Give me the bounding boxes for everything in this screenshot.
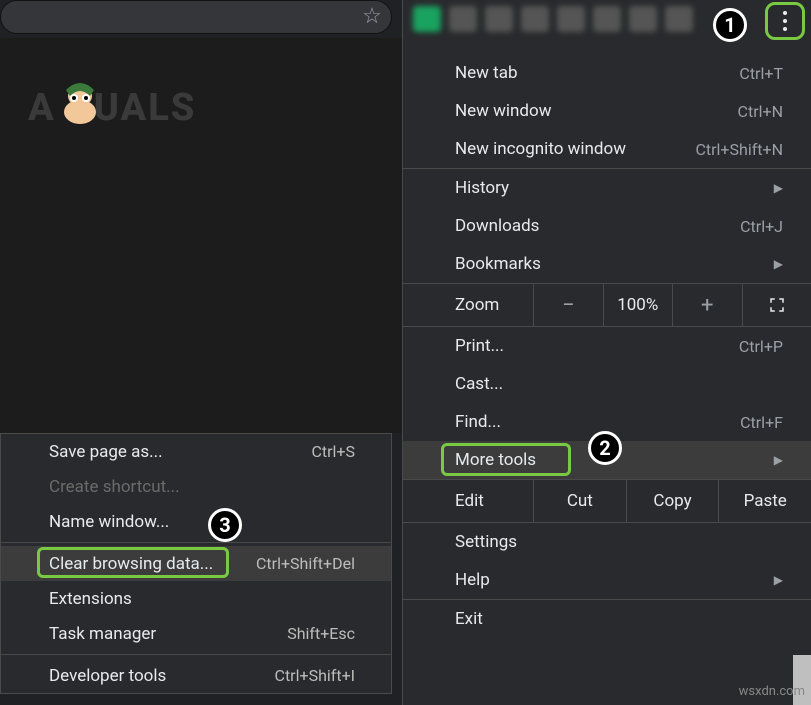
submenu-label: Task manager xyxy=(49,624,156,644)
submenu-shortcut: Ctrl+Shift+I xyxy=(275,666,355,685)
source-watermark: wsxdn.com xyxy=(739,684,805,699)
chevron-right-icon: ▶ xyxy=(774,181,783,195)
fullscreen-button[interactable] xyxy=(742,283,811,327)
submenu-shortcut: Ctrl+S xyxy=(311,442,355,461)
menu-label: Settings xyxy=(455,532,517,552)
submenu-separator xyxy=(1,654,391,655)
toolbar-blurred xyxy=(403,0,811,38)
menu-downloads[interactable]: Downloads Ctrl+J xyxy=(403,207,811,245)
menu-new-incognito[interactable]: New incognito window Ctrl+Shift+N xyxy=(403,130,811,168)
zoom-label: Zoom xyxy=(403,295,533,315)
chevron-right-icon: ▶ xyxy=(774,573,783,587)
menu-label: Find... xyxy=(455,412,501,432)
menu-dots-icon xyxy=(783,27,787,31)
appuals-logo-icon xyxy=(56,78,104,126)
menu-label: Cast... xyxy=(455,374,503,394)
submenu-shortcut: Ctrl+Shift+Del xyxy=(256,554,355,573)
submenu-extensions[interactable]: Extensions xyxy=(1,581,391,616)
chevron-right-icon: ▶ xyxy=(774,453,783,467)
menu-label: More tools xyxy=(455,450,536,470)
submenu-label: Name window... xyxy=(49,512,169,532)
submenu-create-shortcut: Create shortcut... xyxy=(1,469,391,504)
menu-new-window[interactable]: New window Ctrl+N xyxy=(403,92,811,130)
menu-label: History xyxy=(455,178,509,198)
menu-edit-row: Edit Cut Copy Paste xyxy=(403,479,811,523)
edit-paste-button[interactable]: Paste xyxy=(718,479,811,523)
zoom-level: 100% xyxy=(603,283,673,327)
menu-dots-icon xyxy=(783,19,787,23)
menu-label: New window xyxy=(455,101,552,121)
submenu-label: Extensions xyxy=(49,589,132,609)
annotation-label: 3 xyxy=(219,513,230,537)
appuals-logo-text: A PUALS xyxy=(28,86,196,130)
menu-shortcut: Ctrl+Shift+N xyxy=(695,140,783,159)
submenu-save-page[interactable]: Save page as... Ctrl+S xyxy=(1,434,391,469)
menu-shortcut: Ctrl+J xyxy=(740,217,783,236)
menu-label: Print... xyxy=(455,336,504,356)
submenu-label: Clear browsing data... xyxy=(49,554,213,574)
menu-label: Help xyxy=(455,570,490,590)
bookmark-star-icon[interactable]: ☆ xyxy=(361,6,383,28)
zoom-in-button[interactable]: + xyxy=(672,283,742,327)
submenu-shortcut: Shift+Esc xyxy=(287,624,355,643)
kebab-menu-button[interactable] xyxy=(765,2,805,40)
chrome-main-menu: New tab Ctrl+T New window Ctrl+N New inc… xyxy=(402,0,811,705)
menu-settings[interactable]: Settings xyxy=(403,523,811,561)
annotation-3: 3 xyxy=(208,508,242,542)
menu-cast[interactable]: Cast... xyxy=(403,365,811,403)
more-tools-submenu: Save page as... Ctrl+S Create shortcut..… xyxy=(0,433,392,694)
menu-dots-icon xyxy=(783,11,787,15)
fullscreen-icon xyxy=(768,296,786,314)
address-bar[interactable]: ☆ xyxy=(0,0,392,34)
edit-cut-button[interactable]: Cut xyxy=(533,479,626,523)
menu-label: New incognito window xyxy=(455,139,626,159)
menu-print[interactable]: Print... Ctrl+P xyxy=(403,327,811,365)
menu-help[interactable]: Help ▶ xyxy=(403,561,811,599)
annotation-label: 1 xyxy=(724,13,735,37)
submenu-task-manager[interactable]: Task manager Shift+Esc xyxy=(1,616,391,651)
submenu-developer-tools[interactable]: Developer tools Ctrl+Shift+I xyxy=(1,658,391,693)
submenu-clear-browsing-data[interactable]: Clear browsing data... Ctrl+Shift+Del xyxy=(1,546,391,581)
menu-exit[interactable]: Exit xyxy=(403,600,811,638)
menu-shortcut: Ctrl+T xyxy=(739,64,783,83)
zoom-out-button[interactable]: − xyxy=(533,283,603,327)
page-area: ☆ A PUALS Save page as... Ctrl+S Create … xyxy=(0,0,402,705)
edit-label: Edit xyxy=(403,491,533,511)
menu-history[interactable]: History ▶ xyxy=(403,169,811,207)
menu-new-tab[interactable]: New tab Ctrl+T xyxy=(403,54,811,92)
menu-bookmarks[interactable]: Bookmarks ▶ xyxy=(403,245,811,283)
submenu-label: Save page as... xyxy=(49,442,163,462)
menu-label: Downloads xyxy=(455,216,539,236)
annotation-label: 2 xyxy=(599,436,610,460)
menu-zoom-row: Zoom − 100% + xyxy=(403,283,811,327)
chevron-right-icon: ▶ xyxy=(774,257,783,271)
menu-label: New tab xyxy=(455,63,518,83)
menu-label: Bookmarks xyxy=(455,254,541,274)
submenu-label: Create shortcut... xyxy=(49,477,180,497)
menu-shortcut: Ctrl+P xyxy=(739,337,783,356)
edit-copy-button[interactable]: Copy xyxy=(626,479,719,523)
submenu-separator xyxy=(1,542,391,543)
page-background: A PUALS xyxy=(0,38,402,433)
menu-shortcut: Ctrl+N xyxy=(738,102,783,121)
submenu-name-window[interactable]: Name window... xyxy=(1,504,391,539)
menu-label: Exit xyxy=(455,609,483,629)
annotation-2: 2 xyxy=(588,431,622,465)
annotation-1: 1 xyxy=(713,8,747,42)
submenu-label: Developer tools xyxy=(49,666,166,686)
menu-shortcut: Ctrl+F xyxy=(740,413,783,432)
